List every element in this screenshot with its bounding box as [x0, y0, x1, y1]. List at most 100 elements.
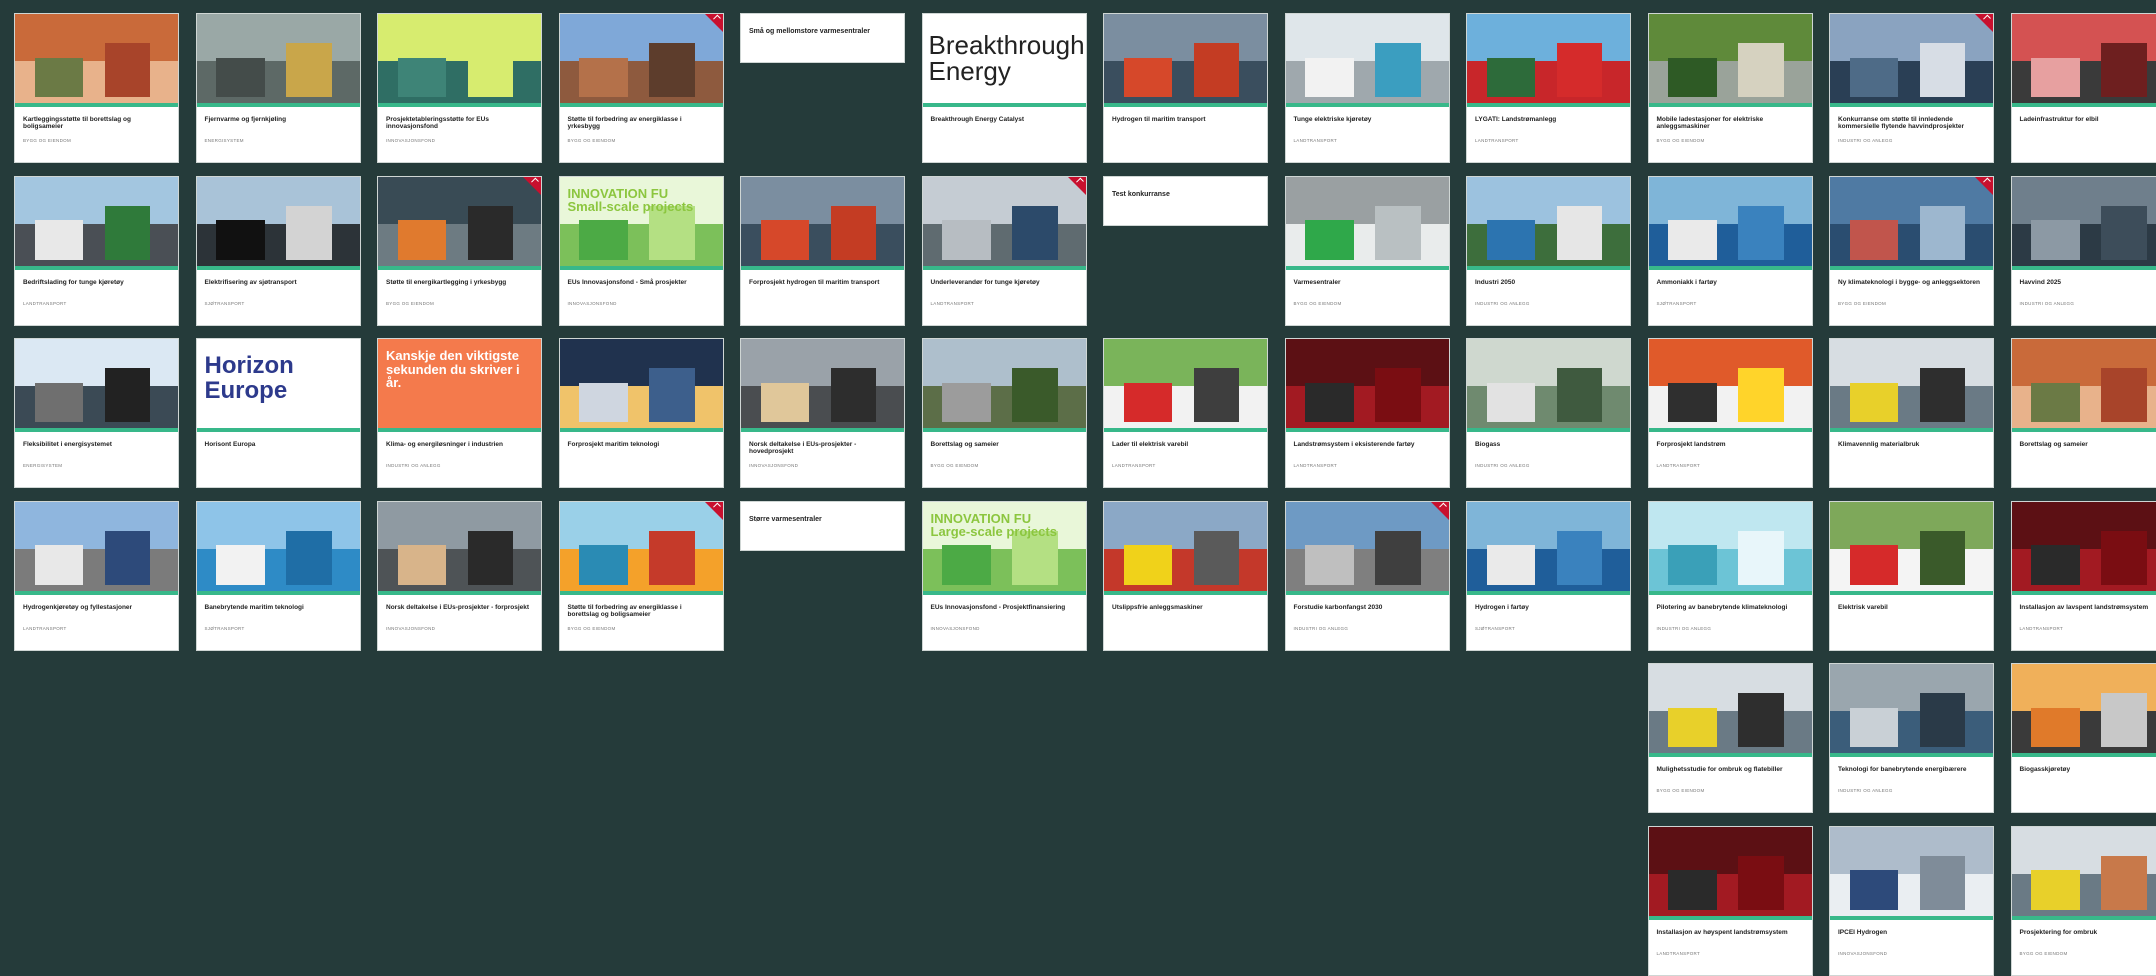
image-shape [216, 545, 265, 584]
image-shape [1668, 545, 1717, 584]
program-card[interactable]: Test konkurranse [1103, 176, 1268, 226]
accent-band [2012, 916, 2156, 920]
program-card[interactable]: Utslippsfrie anleggsmaskiner [1103, 501, 1268, 651]
image-shape [1738, 693, 1784, 747]
program-card[interactable]: Mulighetsstudie for ombruk og flatebille… [1648, 663, 1813, 813]
image-shape [1920, 206, 1966, 260]
image-shape [468, 43, 514, 97]
program-card[interactable]: Pilotering av banebrytende klimateknolog… [1648, 501, 1813, 651]
card-title: Støtte til forbedring av energiklasse i … [568, 604, 715, 619]
program-card[interactable]: Prosjektering for ombrukBYGG OG EIENDOM [2011, 826, 2156, 976]
program-card[interactable]: Forprosjekt hydrogen til maritim transpo… [740, 176, 905, 326]
program-card[interactable]: Bedriftslading for tunge kjøretøyLANDTRA… [14, 176, 179, 326]
card-title: EUs Innovasjonsfond - Prosjektfinansieri… [931, 604, 1078, 611]
program-card[interactable]: Hydrogen til maritim transport [1103, 13, 1268, 163]
program-card[interactable]: Elektrifisering av sjøtransportSJØTRANSP… [196, 176, 361, 326]
image-shape [105, 368, 151, 422]
program-card[interactable]: Havvind 2025INDUSTRI OG ANLEGG [2011, 176, 2156, 326]
program-card[interactable]: Industri 2050INDUSTRI OG ANLEGG [1466, 176, 1631, 326]
program-card[interactable]: Horizon EuropeHorisont Europa [196, 338, 361, 488]
program-card[interactable]: Lader til elektrisk varebilLANDTRANSPORT [1103, 338, 1268, 488]
image-shape [2031, 58, 2080, 97]
program-card[interactable]: Tunge elektriske kjøretøyLANDTRANSPORT [1285, 13, 1450, 163]
program-card[interactable]: Hydrogen i fartøySJØTRANSPORT [1466, 501, 1631, 651]
program-card[interactable]: Banebrytende maritim teknologiSJØTRANSPO… [196, 501, 361, 651]
image-shape [2031, 220, 2080, 259]
accent-band [15, 266, 178, 270]
program-card[interactable]: Biogasskjøretøy [2011, 663, 2156, 813]
program-card[interactable]: INNOVATION FU Small-scale projectsEUs In… [559, 176, 724, 326]
program-card[interactable]: Breakthrough EnergyBreakthrough Energy C… [922, 13, 1087, 163]
card-title: Hydrogen til maritim transport [1112, 116, 1259, 123]
program-card[interactable]: Fleksibilitet i energisystemetENERGISYST… [14, 338, 179, 488]
program-card[interactable]: Installasjon av lavspent landstrømsystem… [2011, 501, 2156, 651]
program-card[interactable]: INNOVATION FU Large-scale projectsEUs In… [922, 501, 1087, 651]
program-card[interactable]: Støtte til energikartlegging i yrkesbygg… [377, 176, 542, 326]
program-card[interactable]: Mobile ladestasjoner for elektriske anle… [1648, 13, 1813, 163]
accent-band [1649, 103, 1812, 107]
program-card[interactable]: Borettslag og sameier [2011, 338, 2156, 488]
card-category: BYGG OG EIENDOM [1657, 788, 1804, 793]
program-card[interactable]: Landstrømsystem i eksisterende fartøyLAN… [1285, 338, 1450, 488]
program-card[interactable]: LYGATI: LandstrømanleggLANDTRANSPORT [1466, 13, 1631, 163]
program-card[interactable]: Hydrogenkjøretøy og fyllestasjonerLANDTR… [14, 501, 179, 651]
program-card[interactable]: Elektrisk varebil [1829, 501, 1994, 651]
card-image [1830, 339, 1993, 432]
program-card[interactable]: Klimavennlig materialbruk [1829, 338, 1994, 488]
program-card[interactable]: Kartleggingsstøtte til borettslag og bol… [14, 13, 179, 163]
program-card[interactable]: Norsk deltakelse i EUs-prosjekter - forp… [377, 501, 542, 651]
program-card[interactable]: IPCEI HydrogenINNOVASJONSFOND [1829, 826, 1994, 976]
card-image [15, 14, 178, 107]
program-card[interactable]: Prosjektetableringsstøtte for EUs innova… [377, 13, 542, 163]
card-title: LYGATI: Landstrømanlegg [1475, 116, 1622, 123]
image-shape [398, 220, 447, 259]
program-card[interactable]: Støtte til forbedring av energiklasse i … [559, 13, 724, 163]
card-title: Lader til elektrisk varebil [1112, 441, 1259, 448]
card-category: INDUSTRI OG ANLEGG [1838, 788, 1985, 793]
card-image [560, 14, 723, 107]
accent-band [923, 428, 1086, 432]
card-category: INNOVASJONSFOND [1838, 951, 1985, 956]
image-shape [2101, 531, 2147, 585]
program-card[interactable]: Fjernvarme og fjernkjølingENERGISYSTEM [196, 13, 361, 163]
program-card[interactable]: Støtte til forbedring av energiklasse i … [559, 501, 724, 651]
image-shape [35, 383, 84, 422]
image-shape [1375, 531, 1421, 585]
program-card[interactable]: Underleverandør for tunge kjøretøyLANDTR… [922, 176, 1087, 326]
image-shape [831, 368, 877, 422]
card-category: INDUSTRI OG ANLEGG [1475, 463, 1622, 468]
program-card[interactable]: Norsk deltakelse i EUs-prosjekter - hove… [740, 338, 905, 488]
image-shape [1012, 368, 1058, 422]
image-shape [1487, 545, 1536, 584]
image-shape [286, 531, 332, 585]
program-card[interactable]: Teknologi for banebrytende energibærereI… [1829, 663, 1994, 813]
program-card[interactable]: VarmesentralerBYGG OG EIENDOM [1285, 176, 1450, 326]
program-card[interactable]: Større varmesentraler [740, 501, 905, 551]
program-card[interactable]: Ammoniakk i fartøySJØTRANSPORT [1648, 176, 1813, 326]
program-card[interactable]: Ladeinfrastruktur for elbil [2011, 13, 2156, 163]
card-category: SJØTRANSPORT [205, 626, 352, 631]
program-card[interactable]: Små og mellomstore varmesentraler [740, 13, 905, 63]
check-flag-icon [705, 14, 723, 32]
card-category: BYGG OG EIENDOM [23, 138, 170, 143]
card-image [1649, 14, 1812, 107]
program-card[interactable]: Installasjon av høyspent landstrømsystem… [1648, 826, 1813, 976]
program-card[interactable]: Forstudie karbonfangst 2030INDUSTRI OG A… [1285, 501, 1450, 651]
program-card[interactable]: Konkurranse om støtte til innledende kom… [1829, 13, 1994, 163]
program-card[interactable]: Forprosjekt maritim teknologi [559, 338, 724, 488]
program-card[interactable]: Kanskje den viktigste sekunden du skrive… [377, 338, 542, 488]
program-card[interactable]: Ny klimateknologi i bygge- og anleggsekt… [1829, 176, 1994, 326]
program-card[interactable]: Borettslag og sameierBYGG OG EIENDOM [922, 338, 1087, 488]
accent-band [15, 428, 178, 432]
accent-band [923, 103, 1086, 107]
card-category: BYGG OG EIENDOM [568, 138, 715, 143]
card-image [1649, 827, 1812, 920]
card-title: Prosjektetableringsstøtte for EUs innova… [386, 116, 533, 131]
accent-band [1649, 916, 1812, 920]
image-shape [942, 220, 991, 259]
accent-band [2012, 103, 2156, 107]
accent-band [923, 266, 1086, 270]
program-card[interactable]: BiogassINDUSTRI OG ANLEGG [1466, 338, 1631, 488]
program-card[interactable]: Forprosjekt landstrømLANDTRANSPORT [1648, 338, 1813, 488]
card-image [560, 502, 723, 595]
